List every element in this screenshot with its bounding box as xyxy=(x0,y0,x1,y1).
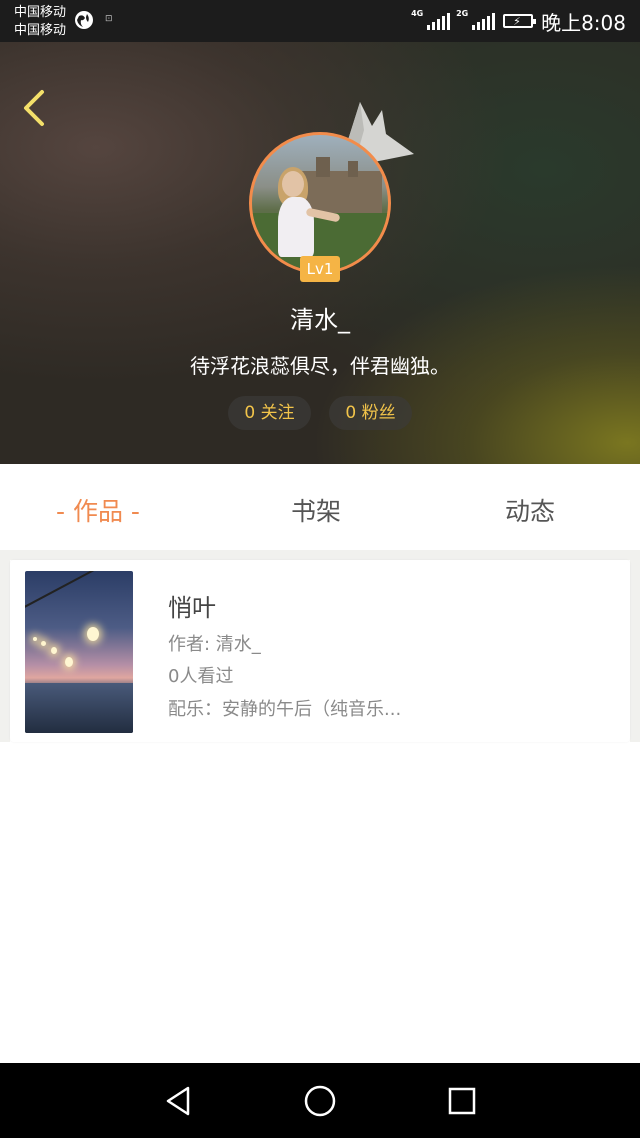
globe-icon xyxy=(75,11,93,29)
level-badge: Lv1 xyxy=(300,256,340,282)
back-chevron-icon[interactable] xyxy=(18,86,54,130)
work-author: 作者: 清水_ xyxy=(168,634,261,655)
divider xyxy=(630,560,640,742)
circle-home-icon[interactable] xyxy=(302,1083,338,1119)
status-time: 晚上8:08 xyxy=(541,10,626,35)
carrier-labels: 中国移动 中国移动 xyxy=(14,4,66,40)
profile-tabs: - 作品 - 书架 动态 xyxy=(0,464,640,550)
avatar[interactable] xyxy=(249,132,391,274)
divider xyxy=(0,560,10,742)
tab-works[interactable]: - 作品 - xyxy=(56,492,140,528)
status-right: 4G 2G ⚡ 晚上8:08 xyxy=(411,8,626,35)
network-type-1: 4G xyxy=(411,9,424,18)
carrier-1: 中国移动 xyxy=(14,5,67,20)
fans-button[interactable]: 0 粉丝 xyxy=(329,396,412,430)
signal-2g-icon: 2G xyxy=(456,9,496,30)
network-type-2: 2G xyxy=(456,9,469,18)
status-bar: 中国移动 中国移动 ⊡ 4G 2G ⚡ 晚上8:08 xyxy=(0,0,640,42)
triangle-back-icon[interactable] xyxy=(160,1083,196,1119)
battery-charging-icon: ⚡ xyxy=(503,14,537,28)
tab-feed[interactable]: 动态 xyxy=(505,492,555,528)
avatar-photo xyxy=(249,132,391,274)
divider xyxy=(0,550,640,560)
username: 清水_ xyxy=(290,306,350,334)
work-title[interactable]: 悄叶 xyxy=(168,588,216,623)
square-recent-icon[interactable] xyxy=(444,1083,480,1119)
work-music: 配乐：安静的午后（纯音乐... xyxy=(168,699,402,720)
notification-icon: ⊡ xyxy=(105,14,113,24)
following-button[interactable]: 0 关注 xyxy=(228,396,311,430)
tab-bookshelf[interactable]: 书架 xyxy=(291,492,341,528)
system-nav-bar xyxy=(0,1063,640,1138)
carrier-2: 中国移动 xyxy=(14,23,67,38)
work-cover-image[interactable] xyxy=(25,571,133,733)
signal-4g-icon: 4G xyxy=(411,9,451,30)
bio: 待浮花浪蕊俱尽，伴君幽独。 xyxy=(190,354,450,378)
work-view-count: 0人看过 xyxy=(168,666,234,687)
profile-header: Lv1 清水_ 待浮花浪蕊俱尽，伴君幽独。 0 关注 0 粉丝 xyxy=(0,42,640,464)
